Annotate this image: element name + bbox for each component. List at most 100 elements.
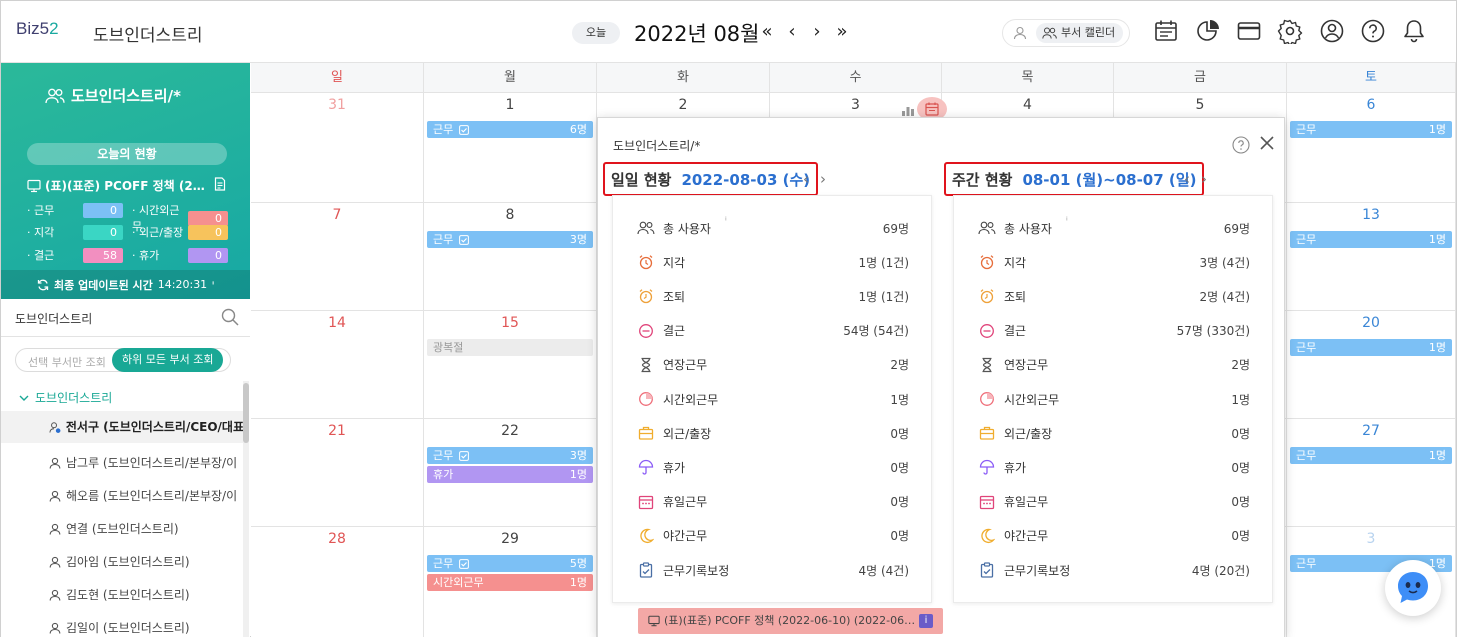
status-row[interactable]: 외근/출장 0명 — [978, 423, 1250, 443]
day-cell[interactable]: 27 근무 1명 — [1287, 419, 1456, 527]
refresh-icon[interactable] — [37, 279, 49, 291]
calendar-event[interactable]: 근무 1명 — [1290, 121, 1452, 138]
tree-scrollbar[interactable] — [243, 381, 249, 637]
member-item[interactable]: 김일이 (도브인더스트리) — [49, 619, 244, 636]
chevron-down-icon[interactable] — [19, 394, 29, 402]
info-icon[interactable]: ⁱ — [212, 280, 214, 289]
member-item[interactable]: 남그루 (도브인더스트리/본부장/이 — [49, 454, 244, 471]
weekly-prev-button[interactable]: ‹ — [1184, 170, 1190, 188]
bar-chart-icon[interactable] — [901, 103, 915, 117]
status-row[interactable]: 결근 54명 (54건) — [637, 321, 909, 341]
day-cell[interactable]: 15 광복절 — [424, 311, 597, 419]
calendar-event[interactable]: 근무 1명 — [1290, 447, 1452, 464]
status-row[interactable]: 근무기록보정 4명 (4건) — [637, 560, 909, 580]
status-row[interactable]: 결근 57명 (330건) — [978, 321, 1250, 341]
gear-icon[interactable] — [1277, 18, 1303, 44]
status-row[interactable]: 외근/출장 0명 — [637, 423, 909, 443]
day-cell[interactable]: 8 근무 3명 — [424, 203, 597, 311]
policy-name: (표)(표준) PCOFF 정책 (2… — [45, 179, 205, 193]
weekly-next-button[interactable]: › — [1201, 170, 1207, 188]
timesheet-icon[interactable] — [1153, 18, 1179, 44]
day-cell[interactable]: 29 근무 5명 시간외근무 1명 — [424, 527, 597, 637]
dept-calendar-tab[interactable]: 부서 캘린더 — [1036, 23, 1124, 43]
close-icon[interactable] — [1258, 134, 1276, 152]
day-cell[interactable]: 22 근무 3명 휴가 1명 — [424, 419, 597, 527]
status-row[interactable]: 지각 3명 (4건) — [978, 252, 1250, 272]
calendar-event[interactable]: 근무 1명 — [1290, 339, 1452, 356]
info-icon[interactable]: ⁱ — [725, 216, 727, 227]
status-row[interactable]: 조퇴 1명 (1건) — [637, 286, 909, 306]
day-cell[interactable]: 6 근무 1명 — [1287, 93, 1456, 203]
status-row[interactable]: 조퇴 2명 (4건) — [978, 286, 1250, 306]
person-icon[interactable] — [1013, 26, 1027, 40]
dept-title[interactable]: 도브인더스트리/* — [45, 85, 181, 106]
status-row[interactable]: 총 사용자 ⁱ 69명 — [978, 216, 1250, 238]
user-circle-icon[interactable] — [1319, 18, 1345, 44]
info-icon[interactable]: ⁱ — [1066, 216, 1068, 227]
status-row[interactable]: 근무기록보정 4명 (20건) — [978, 560, 1250, 580]
help-icon[interactable] — [1232, 136, 1250, 154]
policy-row[interactable]: (표)(표준) PCOFF 정책 (2… — [27, 177, 232, 194]
today-button[interactable]: 오늘 — [572, 22, 620, 44]
status-row[interactable]: 야간근무 0명 — [978, 526, 1250, 546]
calendar-event[interactable]: 근무 3명 — [427, 231, 593, 248]
dept-filter-toggle[interactable]: 선택 부서만 조회 하위 모든 부서 조회 — [15, 348, 231, 372]
info-icon[interactable]: i — [919, 614, 933, 628]
prev-month-button[interactable]: ‹ — [781, 18, 803, 46]
tree-root[interactable]: 도브인더스트리 — [19, 389, 112, 406]
status-row[interactable]: 연장근무 2명 — [637, 355, 909, 375]
calendar-switch[interactable]: 부서 캘린더 — [1002, 19, 1130, 47]
status-row[interactable]: 지각 1명 (1건) — [637, 252, 909, 272]
chatbot-button[interactable] — [1385, 560, 1441, 616]
status-row[interactable]: 연장근무 2명 — [978, 355, 1250, 375]
card-icon[interactable] — [1236, 18, 1262, 44]
calendar-event[interactable]: 휴가 1명 — [427, 466, 593, 483]
help-icon[interactable] — [1360, 18, 1386, 44]
member-item[interactable]: 전서구 (도브인더스트리/CEO/대표 — [1, 411, 244, 443]
dept-search-input[interactable]: 도브인더스트리 — [15, 310, 92, 327]
status-row[interactable]: 시간외근무 1명 — [637, 389, 909, 409]
day-cell[interactable]: 20 근무 1명 — [1287, 311, 1456, 419]
next-month-button[interactable]: › — [806, 18, 828, 46]
status-row[interactable]: 야간근무 0명 — [637, 526, 909, 546]
member-item[interactable]: 김도현 (도브인더스트리) — [49, 586, 244, 603]
bell-icon[interactable] — [1401, 18, 1427, 44]
status-row[interactable]: 휴일근무 0명 — [978, 492, 1250, 512]
calendar-event[interactable]: 시간외근무 1명 — [427, 574, 593, 591]
status-row[interactable]: 휴가 0명 — [637, 457, 909, 477]
calendar-event[interactable]: 광복절 — [427, 339, 593, 356]
daily-prev-button[interactable]: ‹ — [803, 170, 809, 188]
logo[interactable]: Biz52 — [16, 19, 59, 39]
day-cell[interactable]: 31 — [251, 93, 424, 203]
calendar-event[interactable]: 근무 5명 — [427, 555, 593, 572]
member-item[interactable]: 해오름 (도브인더스트리/본부장/이 — [49, 487, 244, 504]
day-cell[interactable]: 21 — [251, 419, 424, 527]
day-cell[interactable]: 7 — [251, 203, 424, 311]
dept-search[interactable]: 도브인더스트리 — [1, 299, 250, 337]
status-row[interactable]: 총 사용자 ⁱ 69명 — [637, 216, 909, 238]
scrollbar-thumb[interactable] — [243, 383, 249, 443]
calendar-event[interactable]: 근무 3명 — [427, 447, 593, 464]
daily-next-button[interactable]: › — [820, 170, 826, 188]
day-cell[interactable]: 1 근무 6명 — [424, 93, 597, 203]
filter-all-subdepts[interactable]: 하위 모든 부서 조회 — [112, 348, 224, 372]
weekday-header-fri: 금 — [1114, 63, 1287, 93]
day-cell[interactable]: 14 — [251, 311, 424, 419]
status-row[interactable]: 시간외근무 1명 — [978, 389, 1250, 409]
day-cell[interactable]: 28 — [251, 527, 424, 637]
prev-year-button[interactable]: « — [756, 18, 778, 46]
status-row[interactable]: 휴일근무 0명 — [637, 492, 909, 512]
chart-pie-icon[interactable] — [1195, 18, 1221, 44]
day-cell[interactable]: 13 근무 1명 — [1287, 203, 1456, 311]
document-icon[interactable] — [213, 177, 227, 191]
next-year-button[interactable]: » — [831, 18, 853, 46]
hourglass-icon — [637, 356, 655, 374]
policy-banner[interactable]: (표)(표준) PCOFF 정책 (2022-06-10) (2022-06… … — [638, 608, 943, 634]
filter-selected-only[interactable]: 선택 부서만 조회 — [28, 354, 106, 370]
calendar-event[interactable]: 근무 6명 — [427, 121, 593, 138]
member-item[interactable]: 김아임 (도브인더스트리) — [49, 553, 244, 570]
search-icon[interactable] — [221, 308, 239, 326]
member-item[interactable]: 연결 (도브인더스트리) — [49, 520, 244, 537]
calendar-event[interactable]: 근무 1명 — [1290, 231, 1452, 248]
status-row[interactable]: 휴가 0명 — [978, 457, 1250, 477]
